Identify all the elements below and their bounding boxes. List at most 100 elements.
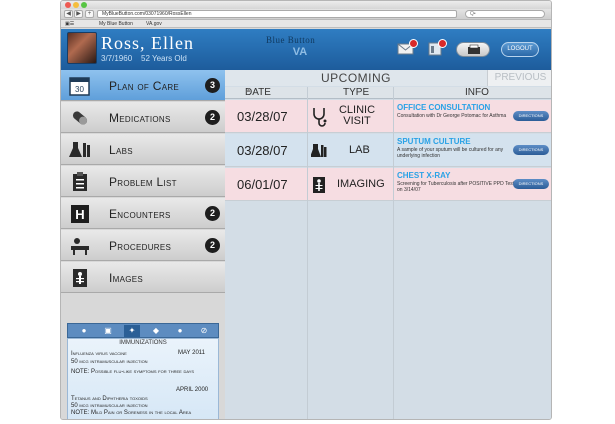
nav-label: Procedures xyxy=(109,239,172,253)
appointment-description: A sample of your sputum will be cultured… xyxy=(397,147,504,159)
appointment-description: Consultation with Dr George Potomac for … xyxy=(397,113,507,119)
svg-text:30: 30 xyxy=(75,85,84,94)
search-field[interactable]: Q• xyxy=(465,10,545,18)
url-bar[interactable]: MyBlueButton.com/03071960/RossEllen xyxy=(97,10,457,18)
nav-label: Medications xyxy=(109,111,171,125)
appointment-type: CLINIC VISIT xyxy=(335,105,379,127)
immunization-tabs: ● ▣ ✦ ◆ ● ⊘ xyxy=(67,323,219,338)
tab-previous[interactable]: PREVIOUS xyxy=(487,70,551,86)
nav-count-badge: 3 xyxy=(205,78,220,93)
nav-label: Labs xyxy=(109,143,133,157)
tab-upcoming[interactable]: UPCOMING xyxy=(225,70,487,86)
nav-count-badge: 2 xyxy=(205,110,220,125)
patient-dob: 3/7/1960 52 Years Old xyxy=(101,54,187,63)
xray-icon xyxy=(311,175,327,195)
column-divider xyxy=(393,87,394,419)
imm-dose: 50 mcg intramuscular injection xyxy=(71,359,148,365)
clipboard-icon xyxy=(69,172,91,192)
nav-label: Plan of Care xyxy=(109,79,180,93)
directions-button[interactable]: DIRECTIONS xyxy=(513,145,549,155)
appointment-date: 06/01/07 xyxy=(237,177,288,192)
close-window-button[interactable] xyxy=(65,2,71,8)
pills-icon[interactable]: ◆ xyxy=(148,325,164,337)
column-type: TYPE xyxy=(343,87,370,98)
appointment-title: CHEST X-RAY xyxy=(397,171,451,180)
type-line: VISIT xyxy=(343,115,371,127)
forward-button[interactable]: ▶ xyxy=(74,10,83,18)
sidebar: 30 Plan of Care 3 Medications 2 Labs Pro… xyxy=(61,70,225,419)
va-logo: VA xyxy=(292,46,308,58)
new-tab-button[interactable]: + xyxy=(85,10,94,18)
xray-icon xyxy=(69,268,91,288)
nav-plan-of-care[interactable]: 30 Plan of Care 3 xyxy=(61,70,225,101)
app-header: Ross, Ellen 3/7/1960 52 Years Old Blue B… xyxy=(61,29,551,70)
nav-label: Encounters xyxy=(109,207,171,221)
back-button[interactable]: ◀ xyxy=(64,10,73,18)
calendar-icon: 30 xyxy=(69,76,91,96)
hospital-icon: H xyxy=(69,204,91,224)
nav-images[interactable]: Images xyxy=(61,262,225,293)
stethoscope-icon xyxy=(311,107,327,127)
tab-strip: UPCOMING PREVIOUS xyxy=(225,70,551,86)
imm-note: NOTE: Mild Pain or Soreness in the local… xyxy=(71,410,192,416)
id-card-icon[interactable]: ▣ xyxy=(100,325,116,337)
print-button[interactable] xyxy=(456,42,490,57)
nav-labs[interactable]: Labs xyxy=(61,134,225,165)
appointment-type: LAB xyxy=(349,144,370,156)
directions-button[interactable]: DIRECTIONS xyxy=(513,179,549,189)
group-icon[interactable]: ● xyxy=(172,325,188,337)
sort-arrow-icon: ▲ xyxy=(245,87,252,94)
pill-icon xyxy=(69,108,91,128)
nav-problem-list[interactable]: Problem List xyxy=(61,166,225,197)
imm-date: APRIL 2000 xyxy=(176,387,209,393)
nav-label: Problem List xyxy=(109,175,177,189)
bookmark-myBlueButton[interactable]: My Blue Button xyxy=(99,20,133,28)
main-content: UPCOMING PREVIOUS DATE ▲ TYPE INFO 03/28… xyxy=(225,70,551,419)
lab-flask-icon xyxy=(310,141,327,161)
nav-count-badge: 2 xyxy=(205,206,220,221)
dob-value: 3/7/1960 xyxy=(101,54,133,63)
directions-button[interactable]: DIRECTIONS xyxy=(513,111,549,121)
patient-name: Ross, Ellen xyxy=(101,33,195,53)
brand-title: Blue Button xyxy=(266,35,316,45)
logout-button[interactable]: LOGOUT xyxy=(501,42,539,57)
appointment-date: 03/28/07 xyxy=(237,143,288,158)
alerts-icon[interactable] xyxy=(427,39,447,57)
imm-dose: 50 mcg intramuscular injection xyxy=(71,403,148,409)
browser-window: ◀ ▶ + MyBlueButton.com/03071960/RossElle… xyxy=(60,0,552,420)
column-info: INFO xyxy=(465,87,489,98)
imm-note: NOTE: Possible flu-like symptoms for thr… xyxy=(71,369,195,375)
nav-label: Images xyxy=(109,271,144,285)
procedure-icon xyxy=(69,236,91,256)
bookmarks-icon[interactable]: ▣☰ xyxy=(65,20,74,28)
lab-flask-icon xyxy=(69,140,91,160)
bookmarks-bar: ▣☰ My Blue Button VA.gov xyxy=(61,20,551,28)
maximize-window-button[interactable] xyxy=(81,2,87,8)
messages-icon[interactable] xyxy=(397,39,418,57)
alerts-badge xyxy=(438,39,447,48)
imm-name: Influenza virus vaccine xyxy=(71,351,127,357)
nav-encounters[interactable]: H Encounters 2 xyxy=(61,198,225,229)
table-row[interactable]: 03/28/07 LAB SPUTUM CULTURE A sample of … xyxy=(225,134,551,167)
browser-toolbar: ◀ ▶ + MyBlueButton.com/03071960/RossElle… xyxy=(61,9,551,20)
no-allergy-icon[interactable]: ⊘ xyxy=(196,325,212,337)
immunizations-title: IMMUNIZATIONS xyxy=(119,340,167,346)
bookmark-va-gov[interactable]: VA.gov xyxy=(146,20,162,28)
immunizations-panel: IMMUNIZATIONS Influenza virus vaccine MA… xyxy=(67,338,219,419)
minimize-window-button[interactable] xyxy=(73,2,79,8)
imm-date: MAY 2011 xyxy=(178,350,206,356)
messages-alert-badge xyxy=(409,39,418,48)
nav-medications[interactable]: Medications 2 xyxy=(61,102,225,133)
column-divider xyxy=(307,87,308,419)
appointment-title: SPUTUM CULTURE xyxy=(397,137,471,146)
syringe-icon[interactable]: ✦ xyxy=(124,325,140,337)
table-row[interactable]: 06/01/07 IMAGING CHEST X-RAY Screening f… xyxy=(225,168,551,201)
title-bar xyxy=(61,1,551,9)
nav-procedures[interactable]: Procedures 2 xyxy=(61,230,225,261)
table-row[interactable]: 03/28/07 CLINIC VISIT OFFICE CONSULTATION… xyxy=(225,100,551,133)
table-header: DATE ▲ TYPE INFO xyxy=(225,87,551,99)
person-icon[interactable]: ● xyxy=(76,325,92,337)
age-value: 52 Years Old xyxy=(141,54,187,63)
imm-name: Tetanus and Diphtheria toxoids xyxy=(71,396,148,402)
printer-icon xyxy=(468,44,480,54)
